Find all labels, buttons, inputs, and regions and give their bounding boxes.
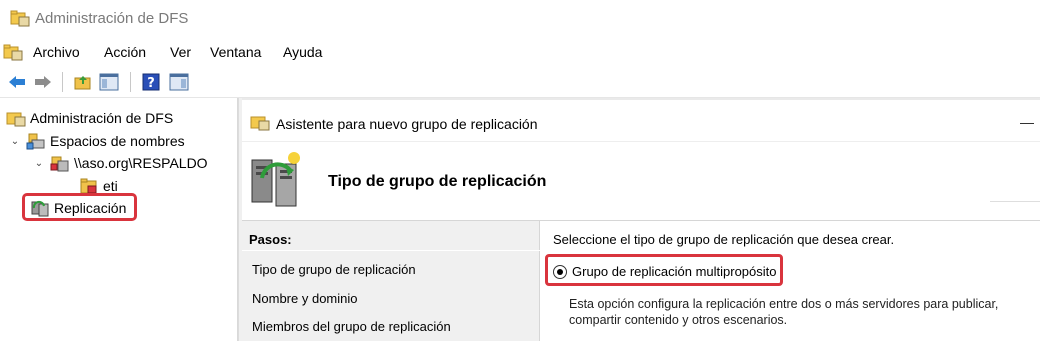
tree-item-namespaces[interactable]: ⌄ Espacios de nombres bbox=[8, 130, 185, 152]
menu-archivo[interactable]: Archivo bbox=[33, 44, 80, 60]
namespaces-icon bbox=[26, 133, 45, 150]
option-description: Esta opción configura la replicación ent… bbox=[569, 297, 999, 327]
tree-item-dfs-root[interactable]: Administración de DFS bbox=[6, 107, 173, 129]
step-item-name-domain[interactable]: Nombre y dominio bbox=[252, 291, 358, 306]
mmc-console-icon[interactable] bbox=[3, 43, 23, 61]
namespace-server-icon bbox=[50, 156, 69, 172]
chevron-down-icon[interactable]: ⌄ bbox=[32, 158, 46, 169]
steps-title: Pasos: bbox=[249, 232, 292, 247]
menu-ver[interactable]: Ver bbox=[170, 44, 191, 60]
svg-text:?: ? bbox=[147, 76, 155, 91]
replication-servers-icon bbox=[251, 152, 300, 207]
tree-label-namespaces: Espacios de nombres bbox=[50, 133, 185, 149]
toolbar-separator bbox=[130, 72, 131, 92]
tree-item-namespace-path[interactable]: ⌄ \\aso.org\RESPALDO bbox=[32, 152, 208, 174]
new-replication-group-wizard: Asistente para nuevo grupo de replicació… bbox=[242, 100, 1040, 341]
dfs-management-icon bbox=[6, 112, 26, 127]
step-item-members[interactable]: Miembros del grupo de replicación bbox=[252, 319, 451, 334]
multipurpose-radio-label[interactable]: Grupo de replicación multipropósito bbox=[572, 264, 777, 279]
menu-bar: Archivo Acción Ver Ventana Ayuda bbox=[0, 40, 1040, 66]
wizard-title: Asistente para nuevo grupo de replicació… bbox=[276, 116, 538, 132]
minimize-button[interactable]: — bbox=[1020, 114, 1034, 130]
up-folder-icon[interactable] bbox=[72, 71, 94, 93]
tree-label-folder-eti: eti bbox=[103, 178, 118, 194]
tree-label-dfs-root: Administración de DFS bbox=[30, 110, 174, 126]
dfs-app-icon bbox=[10, 10, 30, 27]
menu-ventana[interactable]: Ventana bbox=[210, 44, 261, 60]
radio-selected-dot bbox=[556, 268, 563, 275]
toolbar-separator bbox=[62, 72, 63, 92]
wizard-app-icon bbox=[250, 116, 270, 131]
multipurpose-radio[interactable] bbox=[553, 265, 567, 279]
content-prompt: Seleccione el tipo de grupo de replicaci… bbox=[553, 232, 895, 247]
wizard-titlebar: Asistente para nuevo grupo de replicació… bbox=[242, 100, 1040, 142]
steps-panel: Pasos: Tipo de grupo de replicación Nomb… bbox=[242, 221, 540, 341]
wizard-step-heading: Tipo de grupo de replicación bbox=[328, 173, 547, 190]
menu-accion[interactable]: Acción bbox=[104, 44, 146, 60]
divider bbox=[242, 250, 540, 251]
help-icon[interactable]: ? bbox=[140, 71, 162, 93]
window-title: Administración de DFS bbox=[35, 10, 189, 27]
window-titlebar: Administración de DFS bbox=[0, 0, 1040, 40]
show-hide-tree-icon[interactable] bbox=[98, 71, 120, 93]
divider bbox=[990, 201, 1040, 202]
back-arrow-icon[interactable] bbox=[6, 71, 28, 93]
replication-highlight-box bbox=[22, 193, 137, 221]
forward-arrow-icon[interactable] bbox=[32, 71, 54, 93]
toolbar: ? bbox=[0, 66, 1040, 98]
tree-label-namespace-path: \\aso.org\RESPALDO bbox=[74, 155, 208, 171]
step-item-type[interactable]: Tipo de grupo de replicación bbox=[252, 262, 416, 277]
action-pane-icon[interactable] bbox=[168, 71, 190, 93]
menu-ayuda[interactable]: Ayuda bbox=[283, 44, 322, 60]
chevron-down-icon[interactable]: ⌄ bbox=[8, 136, 22, 147]
wizard-content: Seleccione el tipo de grupo de replicaci… bbox=[541, 221, 1040, 341]
